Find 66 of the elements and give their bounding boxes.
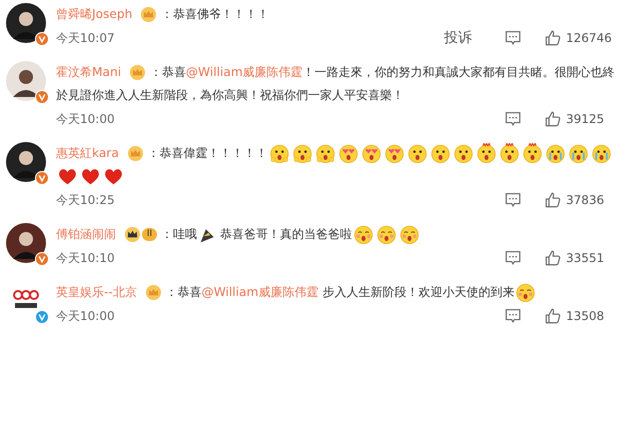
- like-icon[interactable]: [544, 249, 562, 267]
- emoji-face-icon: [292, 143, 313, 164]
- level-badge: II: [142, 228, 158, 242]
- like-count: 39125: [566, 112, 604, 126]
- emoji-face-icon: [353, 224, 374, 246]
- avatar[interactable]: [6, 142, 46, 182]
- crown-icon: [144, 284, 162, 302]
- emoji-face-icon: [384, 143, 405, 164]
- user-name[interactable]: 霍汶希Mani: [56, 65, 122, 79]
- emoji-face-icon: [590, 143, 612, 164]
- comment-text: ：恭喜: [166, 285, 202, 299]
- emoji-face-icon: [399, 224, 420, 246]
- crown-icon: [126, 145, 144, 162]
- like-count: 33551: [566, 251, 604, 265]
- emoji-face-icon: [360, 143, 382, 164]
- like-count: 13508: [566, 309, 604, 323]
- timestamp: 今天10:10: [56, 250, 115, 266]
- comment-text: 恭喜爸哥！真的当爸爸啦: [220, 227, 352, 241]
- timestamp: 今天10:00: [56, 308, 115, 324]
- like-icon[interactable]: [544, 29, 562, 47]
- comment-text: ！一路走來，你的努力和真誠大家都有目共睹。很開心也終: [302, 65, 615, 79]
- like-icon[interactable]: [544, 110, 562, 128]
- comment-text: 步入人生新阶段！欢迎小天使的到来: [321, 285, 514, 299]
- avatar[interactable]: [6, 3, 46, 43]
- comment-icon[interactable]: [504, 191, 522, 209]
- emoji-face-icon: [522, 143, 543, 164]
- comment-text: ：恭喜偉霆！！！！！: [148, 146, 268, 160]
- user-name[interactable]: 曾舜晞Joseph: [56, 7, 132, 21]
- emoji-face-icon: [314, 143, 336, 164]
- report-link[interactable]: 投诉: [444, 29, 472, 47]
- comment-icon[interactable]: [504, 110, 522, 128]
- comment-icon[interactable]: [504, 249, 522, 267]
- mention-link[interactable]: @William威廉陈伟霆: [202, 285, 318, 299]
- emoji-face-icon: [268, 143, 290, 164]
- like-count: 37836: [566, 193, 604, 207]
- emoji-face-icon: [544, 143, 566, 164]
- comment-text: ：恭喜佛爷！！！！: [161, 7, 270, 21]
- avatar[interactable]: [6, 61, 46, 101]
- timestamp: 今天10:00: [56, 110, 115, 128]
- emoji-face-icon: [430, 143, 451, 164]
- emoji-face-icon: [376, 224, 398, 246]
- emoji-face-icon: [406, 143, 428, 164]
- emoji-face-icon: [476, 143, 497, 164]
- user-name[interactable]: 傅铂涵闹闹: [56, 227, 116, 241]
- like-icon[interactable]: [544, 191, 562, 209]
- comment-text: ：恭喜: [150, 65, 186, 79]
- comment-text: 於見證你進入人生新階段，為你高興！祝福你們一家人平安喜樂！: [56, 87, 404, 104]
- emoji-face-icon: [568, 143, 589, 164]
- emoji-face-icon: [515, 282, 536, 304]
- mention-link[interactable]: @William威廉陈伟霆: [186, 65, 303, 79]
- crown-icon: [128, 64, 146, 82]
- timestamp: 今天10:25: [56, 192, 115, 208]
- avatar[interactable]: [6, 223, 46, 263]
- crown-icon: [140, 6, 158, 24]
- emoji-face-icon: [338, 143, 359, 164]
- crown-icon: [124, 226, 141, 244]
- comment-icon[interactable]: [504, 307, 522, 325]
- like-count: 126746: [566, 31, 612, 45]
- like-icon[interactable]: [544, 307, 562, 325]
- comment-icon[interactable]: [504, 29, 522, 47]
- emoji-face-icon: [498, 143, 520, 164]
- user-name[interactable]: 英皇娱乐--北京: [56, 285, 137, 299]
- user-name[interactable]: 惠英紅kara: [56, 146, 119, 160]
- comment-text: ：哇哦: [161, 227, 198, 241]
- emoji-face-icon: [452, 143, 474, 164]
- timestamp: 今天10:07: [56, 30, 115, 46]
